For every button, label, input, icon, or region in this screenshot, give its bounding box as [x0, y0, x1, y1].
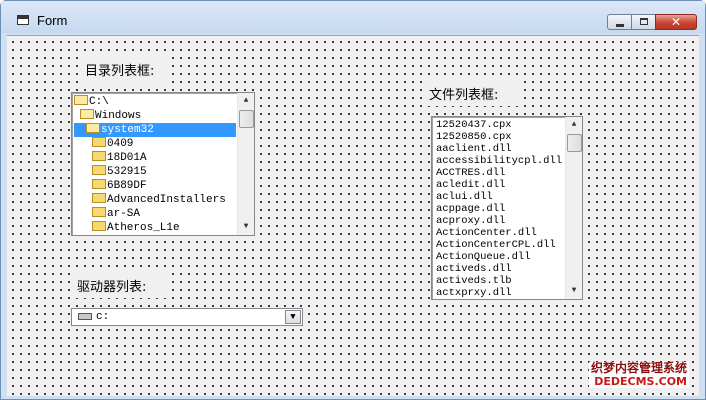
dir-list-item-label: 18D01A	[107, 152, 147, 164]
file-list-item[interactable]: 12520437.cpx	[436, 119, 512, 131]
file-list-item[interactable]: ActionCenterCPL.dll	[436, 239, 556, 251]
file-list-item[interactable]: acppage.dll	[436, 203, 505, 215]
scroll-thumb[interactable]	[567, 134, 582, 152]
file-list-item[interactable]: aaclient.dll	[436, 143, 512, 155]
dir-list-item-label: 0409	[107, 138, 134, 150]
dir-list-item[interactable]: C:\	[74, 95, 109, 109]
minimize-button[interactable]	[607, 14, 632, 30]
dir-list-item-label: system32	[101, 124, 154, 136]
watermark-line2: DEDECMS.COM	[588, 375, 689, 388]
watermark: 织梦内容管理系统 DEDECMS.COM	[588, 361, 689, 388]
folder-icon	[92, 151, 106, 162]
dir-list-label: 目录列表框:	[79, 52, 171, 84]
file-list-item[interactable]: acledit.dll	[436, 179, 505, 191]
folder-icon	[92, 137, 106, 148]
dir-list-item[interactable]: Atheros_L1e	[74, 221, 180, 235]
dir-list-item-label: 6B89DF	[107, 180, 147, 192]
folder-open-icon	[74, 95, 88, 106]
file-list-item[interactable]: ActionQueue.dll	[436, 251, 531, 263]
dir-list-item[interactable]: 0409	[74, 137, 133, 151]
dir-list-item-label: 532915	[107, 166, 147, 178]
file-list-item[interactable]: ActionCenter.dll	[436, 227, 537, 239]
form-client-area: 目录列表框: Atheros_L1e ar-SA AdvancedInstaller…	[7, 35, 699, 396]
minimize-icon	[616, 24, 624, 27]
dir-list-box[interactable]: Atheros_L1e ar-SA AdvancedInstallers 6B89DF…	[71, 92, 255, 236]
folder-icon	[92, 221, 106, 232]
folder-icon	[92, 193, 106, 204]
dropdown-arrow-button[interactable]: ▼	[285, 310, 301, 324]
folder-icon	[92, 179, 106, 190]
form-window: Form ✕ 目录列表框: Atheros_L1e ar-SA AdvancedIn…	[0, 0, 706, 400]
drive-list-label: 驱动器列表:	[71, 268, 167, 298]
drive-value: c:	[96, 311, 110, 323]
dir-list-scrollbar[interactable]: ▲ ▼	[237, 93, 254, 235]
dir-list-item[interactable]: 18D01A	[74, 151, 147, 165]
drive-icon	[78, 313, 92, 320]
close-icon: ✕	[670, 15, 682, 29]
dir-list-item-label: C:\	[89, 96, 109, 108]
file-list-label: 文件列表框:	[423, 76, 523, 106]
file-list-item[interactable]: 12520850.cpx	[436, 131, 512, 143]
scroll-up-arrow-icon[interactable]: ▲	[566, 117, 582, 133]
file-list-item[interactable]: accessibilitycpl.dll	[436, 155, 562, 167]
close-button[interactable]: ✕	[655, 14, 697, 30]
dir-list-item[interactable]: 532915	[74, 165, 147, 179]
caption-buttons: ✕	[607, 14, 697, 30]
scroll-down-arrow-icon[interactable]: ▼	[566, 283, 582, 299]
dir-list-item[interactable]: 6B89DF	[74, 179, 147, 193]
window-icon	[17, 15, 29, 25]
dir-list-item[interactable]: system32	[74, 123, 236, 137]
folder-icon	[92, 207, 106, 218]
drive-combo-box[interactable]: c: ▼	[71, 308, 303, 326]
file-list-item[interactable]: actxprxy.dll	[436, 287, 512, 299]
dir-list-item-label: ar-SA	[107, 208, 141, 220]
file-list-item[interactable]: acproxy.dll	[436, 215, 505, 227]
folder-open-icon	[80, 109, 94, 120]
dir-list-item[interactable]: Windows	[74, 109, 141, 123]
file-list-item[interactable]: aclui.dll	[436, 191, 493, 203]
folder-icon	[92, 165, 106, 176]
file-list-item[interactable]: activeds.dll	[436, 263, 512, 275]
file-list-item[interactable]: activeds.tlb	[436, 275, 512, 287]
watermark-line1: 织梦内容管理系统	[588, 361, 689, 375]
dir-list-item-label: Atheros_L1e	[107, 222, 180, 234]
file-list-box[interactable]: actxprxy.dll activeds.tlb activeds.dll Acti…	[431, 116, 583, 300]
window-title: Form	[37, 13, 68, 28]
dir-list-item-label: AdvancedInstallers	[107, 194, 226, 206]
maximize-icon	[640, 18, 648, 25]
dir-list-item[interactable]: ar-SA	[74, 207, 140, 221]
title-bar[interactable]: Form ✕	[1, 1, 705, 33]
maximize-button[interactable]	[631, 14, 656, 30]
file-list-item[interactable]: ACCTRES.dll	[436, 167, 505, 179]
dir-list-item[interactable]: AdvancedInstallers	[74, 193, 226, 207]
scroll-down-arrow-icon[interactable]: ▼	[238, 219, 254, 235]
folder-open-icon	[86, 123, 100, 134]
file-list-scrollbar[interactable]: ▲ ▼	[565, 117, 582, 299]
scroll-thumb[interactable]	[239, 110, 254, 128]
dir-list-item-label: Windows	[95, 110, 142, 122]
scroll-up-arrow-icon[interactable]: ▲	[238, 93, 254, 109]
